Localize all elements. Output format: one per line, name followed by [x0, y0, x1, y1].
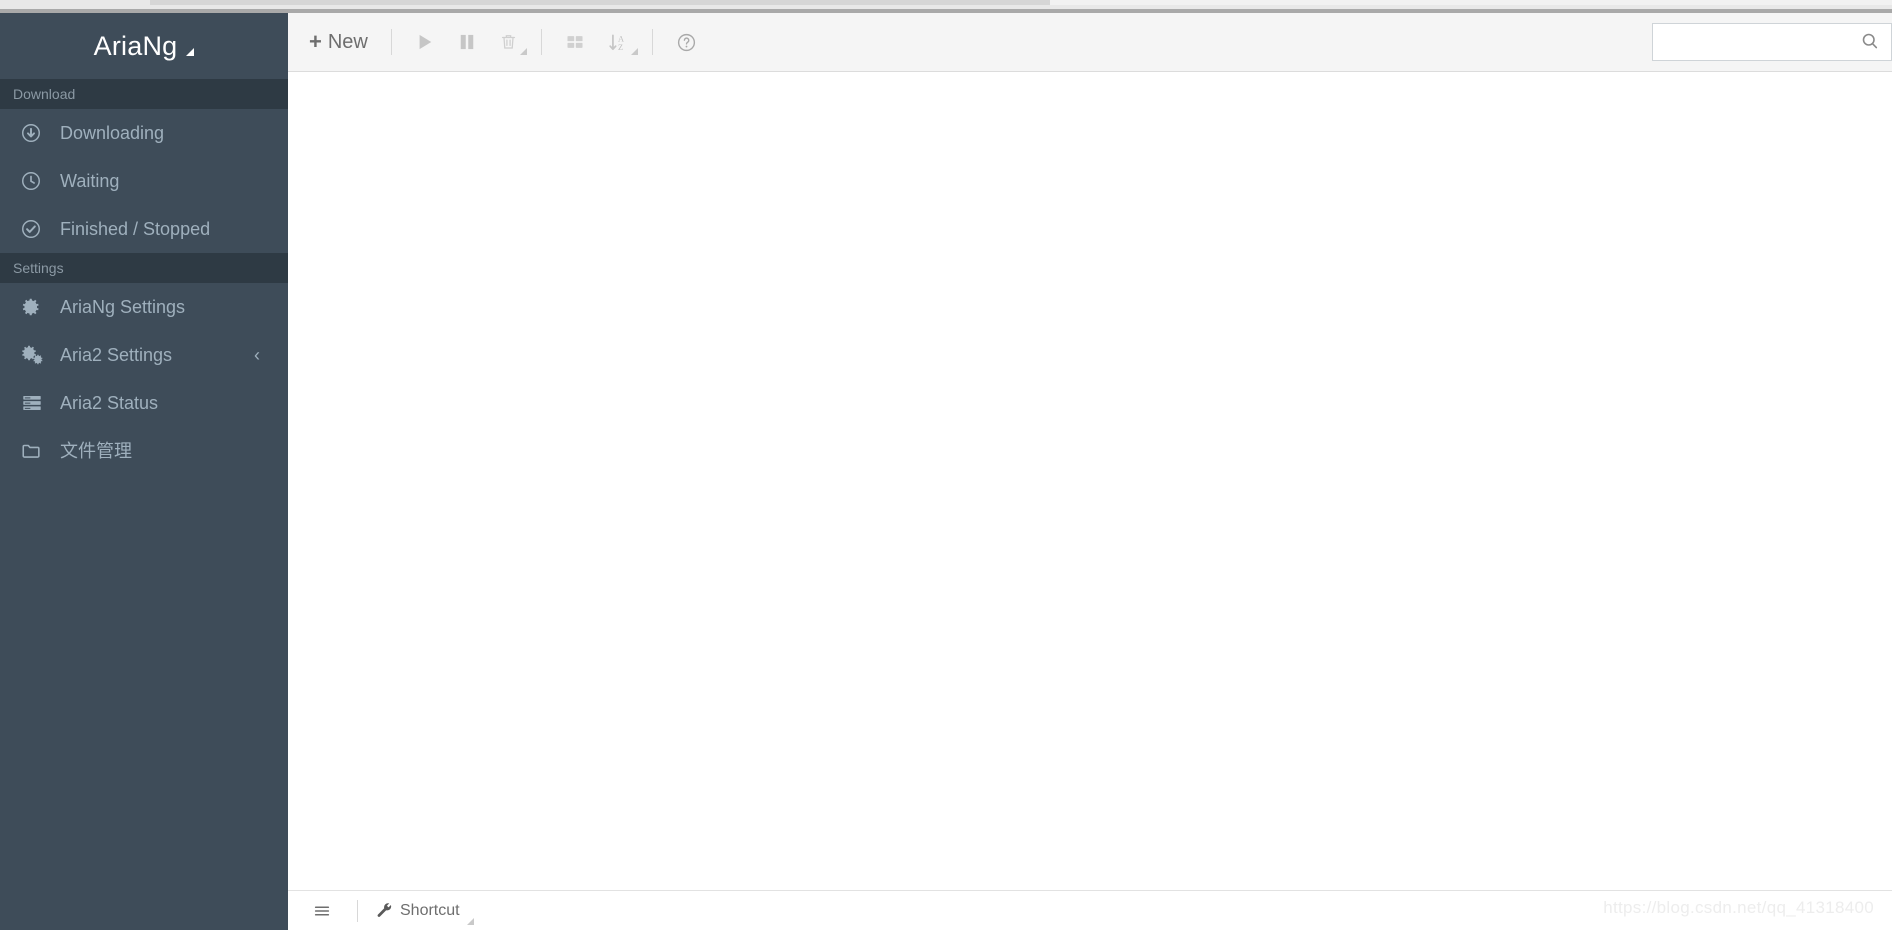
help-button[interactable] — [665, 22, 708, 62]
gears-icon — [20, 344, 46, 366]
watermark-text: https://blog.csdn.net/qq_41318400 — [1603, 898, 1874, 917]
new-task-button[interactable]: + New — [303, 22, 379, 62]
app-root: AriaNg Download Downloading Waiting Fini… — [0, 13, 1892, 930]
delete-button[interactable] — [488, 22, 529, 62]
sort-alpha-down-icon: A Z — [607, 32, 629, 53]
footer-separator — [357, 899, 358, 922]
content-area: + New A Z Shortcut https://blog.csdn.net… — [288, 13, 1892, 930]
hamburger-menu-icon — [312, 902, 332, 920]
server-icon — [20, 392, 46, 414]
search-box — [1652, 23, 1892, 61]
browser-chrome-strip — [0, 0, 1892, 9]
sidebar-item-label: Waiting — [60, 171, 120, 191]
caret-down-icon — [186, 48, 195, 56]
chevron-left-icon[interactable]: ‹ — [254, 346, 260, 364]
sidebar-item-label: Downloading — [60, 123, 165, 143]
search-input[interactable] — [1652, 23, 1892, 61]
folder-icon — [20, 440, 46, 462]
sidebar-item-downloading[interactable]: Downloading — [0, 109, 288, 157]
sidebar-item-file-management[interactable]: 文件管理 — [0, 427, 288, 475]
sidebar-item-label: 文件管理 — [60, 441, 132, 461]
toolbar: + New A Z — [288, 13, 1892, 72]
footer-bar: Shortcut https://blog.csdn.net/qq_413184… — [288, 890, 1892, 930]
sidebar-item-label: AriaNg Settings — [60, 297, 186, 317]
shortcut-label: Shortcut — [400, 901, 460, 919]
caret-down-icon[interactable] — [466, 917, 474, 925]
sidebar-item-waiting[interactable]: Waiting — [0, 157, 288, 205]
horizontal-scrollbar-thumb[interactable] — [150, 0, 1050, 5]
sort-button[interactable]: A Z — [596, 22, 640, 62]
sidebar-item-label: Aria2 Status — [60, 393, 159, 413]
toolbar-button-group: + New A Z — [288, 13, 708, 71]
sidebar-item-ariang-settings[interactable]: AriaNg Settings — [0, 283, 288, 331]
sidebar-item-label: Finished / Stopped — [60, 219, 211, 239]
sidebar-section-download: Download — [0, 79, 288, 109]
gear-icon — [20, 296, 46, 318]
clock-circle-icon — [20, 170, 46, 192]
brand-header[interactable]: AriaNg — [0, 13, 288, 79]
sidebar-item-aria2-settings[interactable]: Aria2 Settings ‹ — [0, 331, 288, 379]
svg-text:Z: Z — [618, 42, 623, 51]
search-icon[interactable] — [1860, 31, 1880, 51]
question-circle-icon — [676, 32, 697, 53]
start-button[interactable] — [404, 22, 446, 62]
brand-title: AriaNg — [93, 30, 178, 61]
sidebar: AriaNg Download Downloading Waiting Fini… — [0, 13, 288, 930]
display-button[interactable] — [554, 22, 596, 62]
task-list-empty-area — [288, 72, 1892, 890]
new-task-label: New — [327, 30, 368, 53]
sidebar-item-aria2-status[interactable]: Aria2 Status — [0, 379, 288, 427]
shortcut-button[interactable]: Shortcut — [367, 896, 474, 926]
toolbar-separator — [390, 29, 392, 55]
pause-icon — [457, 32, 477, 52]
arrow-down-circle-icon — [20, 122, 46, 144]
sidebar-item-label: Aria2 Settings — [60, 345, 173, 365]
sidebar-item-finished-stopped[interactable]: Finished / Stopped — [0, 205, 288, 253]
toolbar-separator — [651, 29, 653, 55]
plus-icon: + — [309, 29, 322, 54]
wrench-icon — [376, 902, 393, 919]
caret-down-icon[interactable] — [630, 48, 638, 55]
trash-icon — [499, 32, 518, 52]
check-circle-icon — [20, 218, 46, 240]
caret-down-icon[interactable] — [519, 48, 527, 55]
grid-icon — [565, 32, 585, 52]
toolbar-separator — [540, 29, 542, 55]
sidebar-toggle-button[interactable] — [303, 896, 348, 926]
sidebar-section-settings: Settings — [0, 253, 288, 283]
pause-button[interactable] — [446, 22, 488, 62]
play-icon — [415, 32, 435, 52]
